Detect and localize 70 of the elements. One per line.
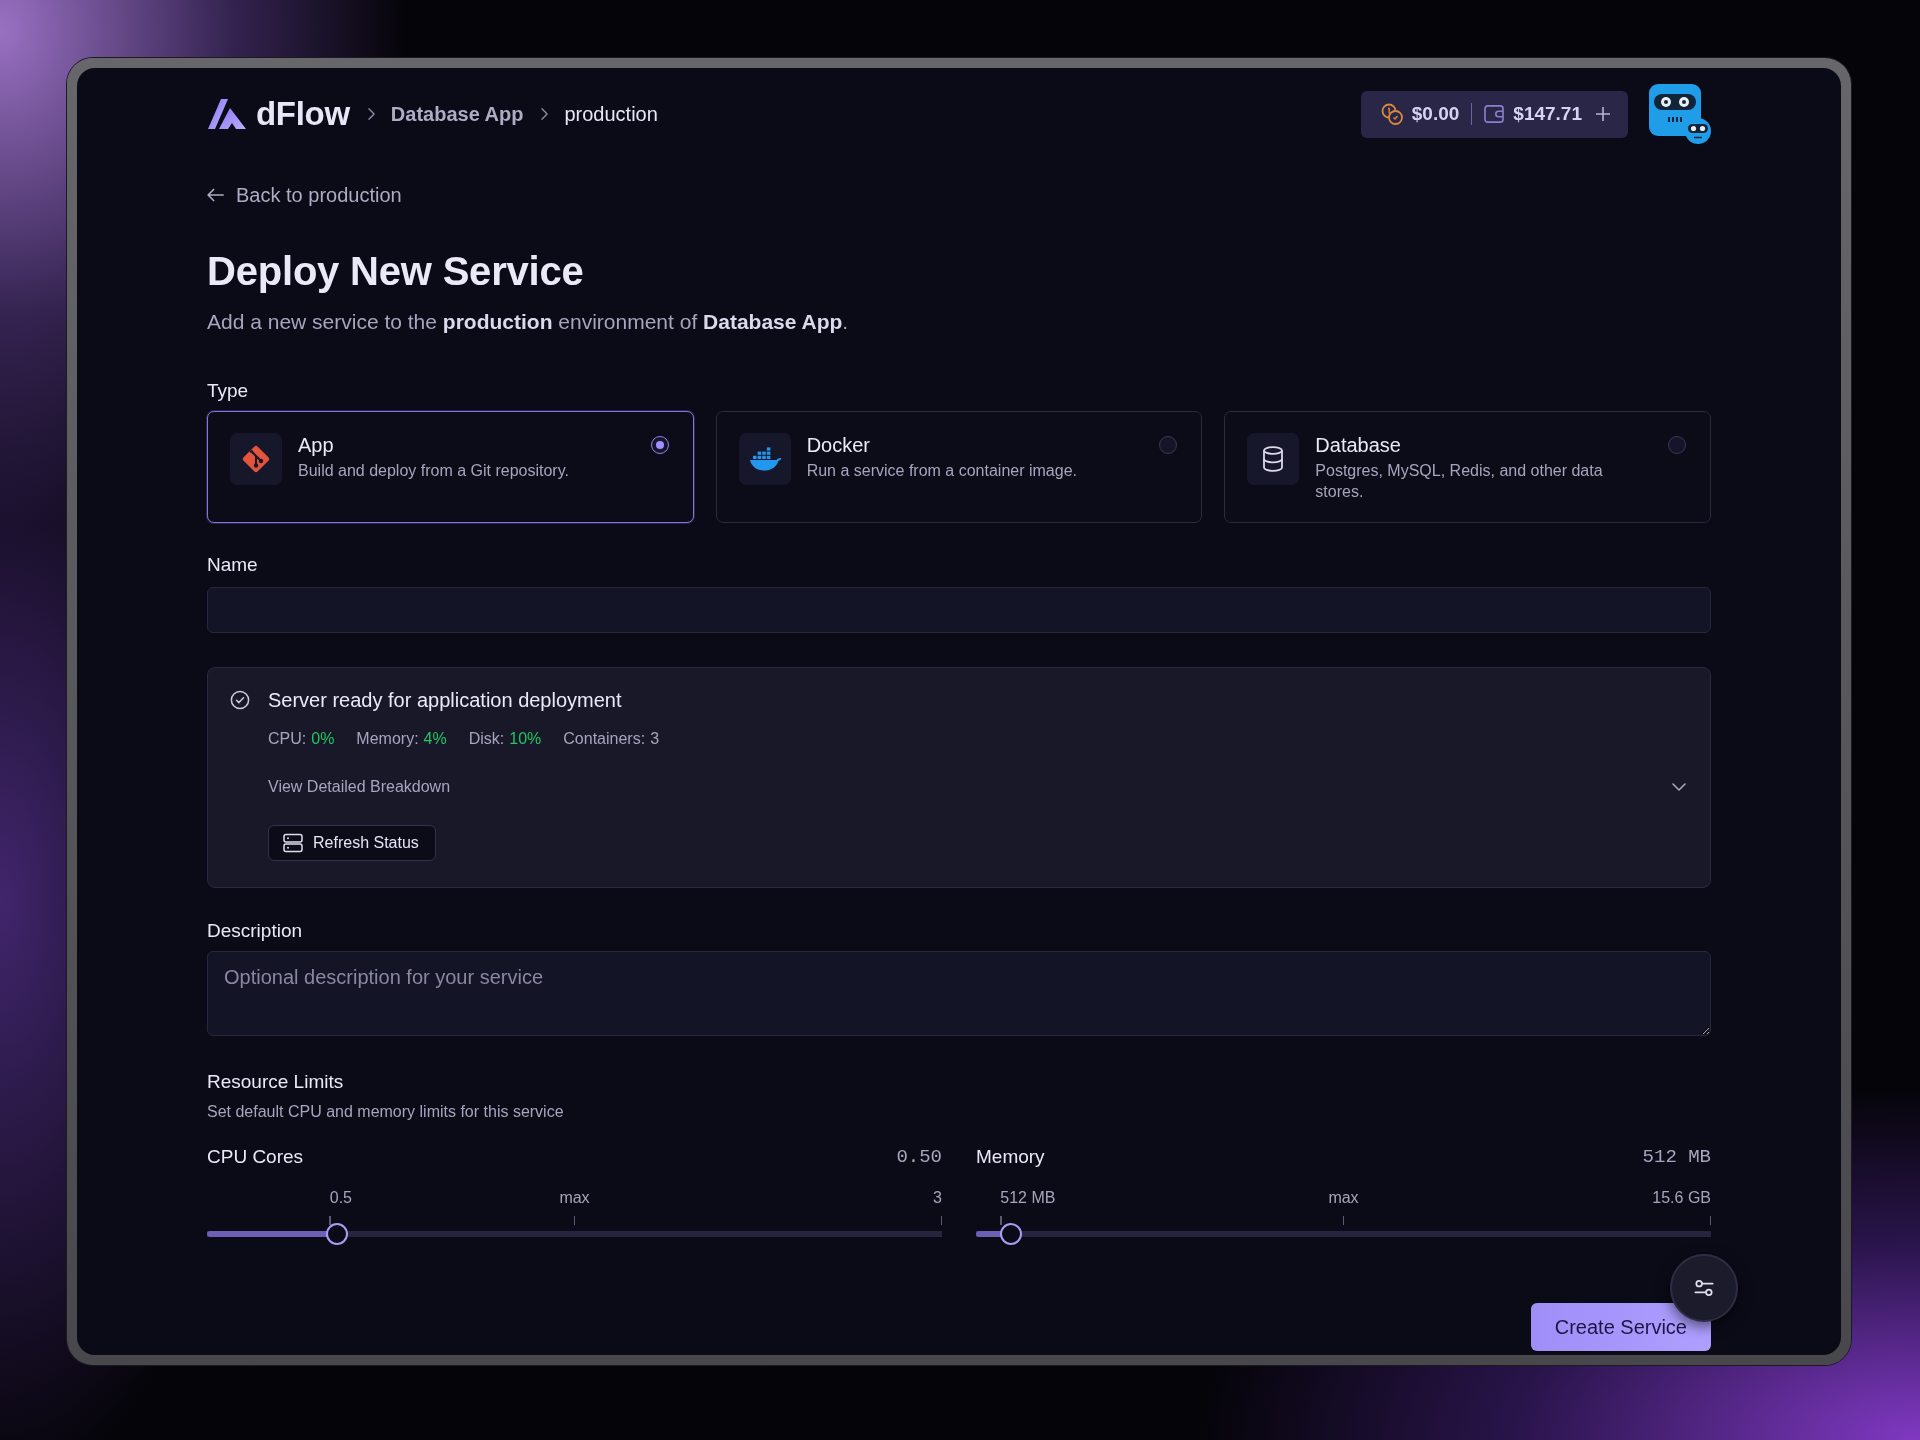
brand-name: dFlow [256,95,350,133]
metric-value: 3 [650,729,660,749]
radio-button[interactable] [1668,436,1686,454]
tick-mark [1000,1216,1002,1225]
option-description: Run a service from a container image. [806,461,1078,481]
field-label: Type [207,379,249,403]
coins-icon [1380,103,1403,125]
sliders-icon [1694,1280,1714,1296]
robot-avatar-icon[interactable] [1649,84,1711,144]
option-description: Build and deploy from a Git repository. [298,461,570,481]
tick-label: max [1328,1188,1359,1208]
back-link[interactable]: Back to production [207,183,402,207]
slider-thumb[interactable] [999,1223,1022,1245]
option-title: App [298,433,335,457]
description-input[interactable]: Optional description for your service [207,951,1711,1036]
section-title: Resource Limits [207,1070,344,1094]
check-circle-icon [230,690,250,710]
database-icon [1247,433,1300,485]
status-title: Server ready for application deployment [268,688,622,712]
add-funds-button[interactable] [1596,107,1610,121]
plus-icon [1596,107,1610,121]
option-title: Database [1315,433,1402,457]
metric-value: 4% [423,729,447,749]
option-description: Postgres, MySQL, Redis, and other data stores. [1315,461,1604,502]
back-arrow-icon [207,188,224,202]
credit-balance: $0.00 [1411,103,1460,125]
page-title: Deploy New Service [207,248,585,295]
field-label: Name [207,553,258,577]
slider-label: CPU Cores [207,1145,304,1169]
tick-mark [329,1216,331,1225]
tick-label: max [559,1188,590,1208]
slider-thumb[interactable] [326,1223,349,1245]
metric-label: Containers: [563,729,646,749]
metric-label: CPU: [268,729,307,749]
tick-label: 512 MB [1000,1188,1056,1208]
service-type-option[interactable]: Docker Run a service from a container image. [715,411,1203,523]
slider-label: Memory [976,1145,1045,1169]
tick-label: 3 [933,1188,942,1208]
slider-value: 0.50 [896,1146,942,1168]
whale-icon [738,433,791,485]
metric-value: 0% [311,729,335,749]
tick-label: 0.5 [329,1188,352,1208]
radio-button[interactable] [1159,436,1178,454]
logo-icon [207,98,247,130]
refresh-button[interactable]: Refresh Status [268,825,436,861]
metric-value: 10% [509,729,542,749]
page-subtitle: Add a new service to the production environment of Database App. [207,309,850,335]
chevron-right-icon [367,108,375,120]
breadcrumb-item[interactable]: production [564,102,658,126]
breakdown-toggle[interactable]: View Detailed Breakdown [268,777,1686,797]
tick-mark [940,1216,942,1225]
wallet-icon [1484,105,1505,123]
metric-label: Disk: [468,729,505,749]
chevron-right-icon [541,108,549,120]
name-input[interactable] [207,587,1711,633]
service-type-option[interactable]: Database Postgres, MySQL, Redis, and other data stores. [1224,411,1711,523]
metric-label: Memory: [356,729,419,749]
create-service-button[interactable]: Create Service [1530,1303,1711,1351]
service-type-option[interactable]: App Build and deploy from a Git repository. [207,411,694,523]
tick-label: 15.6 GB [1652,1188,1711,1208]
git-icon [230,433,282,485]
slider-value: 512 MB [1642,1146,1711,1168]
radio-button[interactable] [650,436,669,454]
field-label: Description [207,919,303,943]
breadcrumb-item[interactable]: Database App [390,102,524,126]
server-icon [283,833,303,853]
wallet-balance: $147.71 [1513,103,1582,125]
option-title: Docker [806,433,871,457]
section-subtitle: Set default CPU and memory limits for this service [207,1102,565,1122]
tick-mark [1709,1216,1711,1225]
